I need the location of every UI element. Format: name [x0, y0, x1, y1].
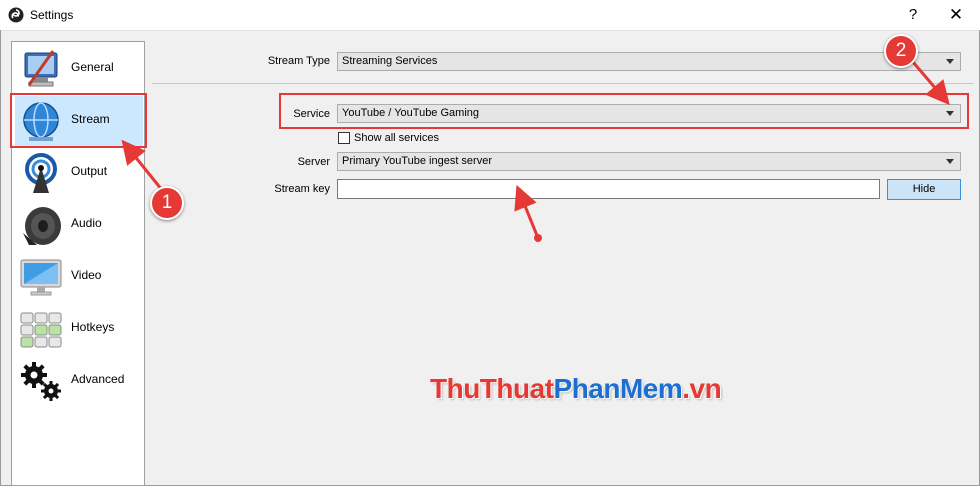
keyboard-icon — [20, 312, 62, 348]
hide-key-button[interactable]: Hide — [887, 179, 961, 200]
show-all-services-checkbox[interactable] — [338, 132, 350, 144]
stream-type-value: Streaming Services — [342, 55, 438, 67]
output-antenna-icon — [25, 153, 57, 193]
sidebar-item-audio[interactable]: Audio — [15, 200, 143, 250]
help-button[interactable]: ? — [900, 5, 926, 25]
sidebar-item-label: Stream — [71, 112, 110, 126]
window-title: Settings — [30, 8, 74, 22]
service-select[interactable]: YouTube / YouTube Gaming — [337, 104, 961, 123]
sidebar-item-advanced[interactable]: Advanced — [15, 356, 143, 406]
sidebar-item-stream[interactable]: Stream — [15, 96, 143, 146]
watermark-part1: ThuThuat — [430, 373, 554, 404]
show-all-services-label[interactable]: Show all services — [354, 132, 439, 144]
watermark-part2: PhanMem — [553, 373, 683, 404]
service-label: Service — [293, 108, 330, 120]
stream-key-input[interactable] — [337, 179, 880, 199]
chevron-down-icon — [946, 111, 954, 116]
stream-globe-icon — [23, 102, 59, 141]
title-bar: Settings ? ✕ — [0, 0, 980, 31]
sidebar-item-video[interactable]: Video — [15, 252, 143, 302]
step-badge-2: 2 — [884, 34, 918, 68]
server-select[interactable]: Primary YouTube ingest server — [337, 152, 961, 171]
divider — [152, 83, 974, 84]
close-button[interactable]: ✕ — [936, 4, 976, 26]
stream-settings-panel: Stream Type Streaming Services Service Y… — [152, 41, 974, 481]
general-icon — [24, 50, 58, 87]
sidebar-item-hotkeys[interactable]: Hotkeys — [15, 304, 143, 354]
service-value: YouTube / YouTube Gaming — [342, 107, 479, 119]
server-label: Server — [297, 156, 330, 168]
settings-sidebar: General Stream Output Audio Video Hotkey… — [11, 41, 145, 486]
chevron-down-icon — [946, 159, 954, 164]
step-badge-1: 1 — [150, 186, 184, 220]
sidebar-item-label: General — [71, 60, 114, 74]
sidebar-item-general[interactable]: General — [15, 44, 143, 94]
chevron-down-icon — [946, 59, 954, 64]
watermark: ThuThuatPhanMem.vn — [430, 373, 722, 405]
monitor-icon — [20, 259, 62, 296]
stream-key-label: Stream key — [274, 183, 330, 195]
sidebar-item-label: Output — [71, 164, 108, 178]
watermark-part3: .vn — [682, 373, 722, 404]
sidebar-item-label: Hotkeys — [71, 320, 115, 334]
obs-logo-icon — [8, 7, 24, 23]
gears-icon — [21, 362, 61, 401]
speaker-icon — [23, 207, 61, 245]
stream-type-label: Stream Type — [267, 55, 330, 67]
stream-type-select[interactable]: Streaming Services — [337, 52, 961, 71]
sidebar-item-label: Advanced — [71, 372, 125, 386]
sidebar-item-label: Video — [71, 268, 102, 282]
sidebar-item-output[interactable]: Output — [15, 148, 143, 198]
server-value: Primary YouTube ingest server — [342, 155, 492, 167]
sidebar-item-label: Audio — [71, 216, 102, 230]
